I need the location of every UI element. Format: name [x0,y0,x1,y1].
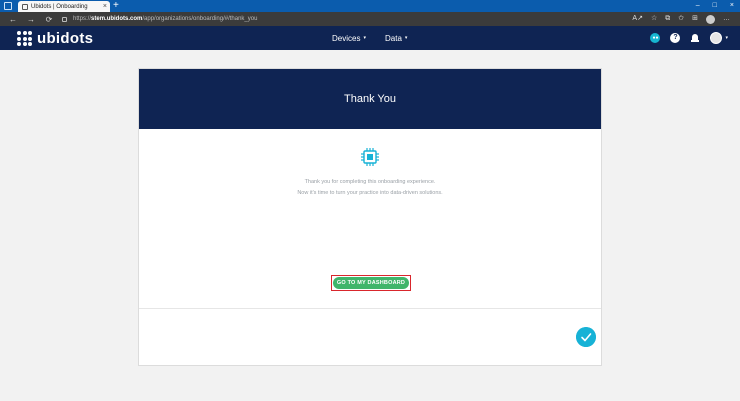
thank-you-message-line1: Thank you for completing this onboarding… [304,179,436,185]
tab-close-icon[interactable]: × [103,3,107,10]
favorites-bar-icon[interactable]: ✩ [678,13,684,25]
collections-icon[interactable]: ⊞ [692,13,698,25]
favorite-icon[interactable]: ☆ [651,13,657,25]
thank-you-message-line2: Now it's time to turn your practice into… [297,190,443,196]
menu-data-label: Data [385,33,402,43]
url-host: stem.ubidots.com [91,16,143,22]
help-icon[interactable]: ? [670,33,681,43]
browser-titlebar [0,0,740,12]
card-header: Thank You [139,69,601,129]
badge-icon[interactable]: ●● [650,33,661,43]
close-window-icon[interactable]: × [730,0,734,12]
bell-icon[interactable] [690,33,700,43]
extensions-icon[interactable]: ⧉ [665,13,670,25]
chevron-down-icon: ▾ [404,35,408,41]
logo-text: ubidots [37,30,94,47]
address-input[interactable]: https:// stem.ubidots.com /app/organizat… [62,14,257,24]
check-icon[interactable] [576,327,596,347]
reload-icon[interactable]: ⟳ [44,15,54,24]
browser-tools: A↗ ☆ ⧉ ✩ ⊞ … [632,13,730,25]
avatar-chevron-icon[interactable]: ▾ [725,35,728,41]
menu-devices[interactable]: Devices ▾ [332,26,366,50]
tab-title: Ubidots | Onboarding [31,3,88,10]
avatar[interactable] [710,32,723,44]
new-tab-button[interactable]: + [113,0,119,12]
card-divider [139,308,601,309]
read-aloud-icon[interactable]: A↗ [632,13,643,25]
chip-icon [361,148,379,166]
window-controls: – □ × [696,0,734,12]
url-path: /app/organizations/onboarding/#/thank_yo… [142,16,258,22]
chevron-down-icon: ▾ [363,35,366,41]
browser-tab[interactable]: Ubidots | Onboarding × [18,1,110,12]
go-to-dashboard-button[interactable]: GO TO MY DASHBOARD [333,277,409,289]
lock-icon [62,16,67,22]
menu-data[interactable]: Data ▾ [385,26,407,50]
minimize-icon[interactable]: – [696,0,700,12]
url-prefix: https:// [73,16,92,22]
page-title: Thank You [344,93,396,105]
ubidots-logo[interactable]: ubidots [17,30,93,47]
app-header: ubidots Devices ▾ Data ▾ ●● ? ▾ [0,26,740,50]
window-menu-icon[interactable] [4,2,12,10]
menu-devices-label: Devices [332,33,361,43]
profile-icon[interactable] [706,15,715,24]
back-icon[interactable]: ← [8,15,18,24]
page-favicon-icon [22,3,28,10]
onboarding-card: Thank You Thank you for completing this … [138,68,602,366]
header-actions: ●● ? ▾ [650,32,728,44]
logo-dots-icon [17,31,32,46]
maximize-icon[interactable]: □ [713,0,717,12]
more-icon[interactable]: … [723,13,730,25]
forward-icon[interactable]: → [26,15,36,24]
browser-toolbar: ← → ⟳ https:// stem.ubidots.com /app/org… [0,12,740,26]
